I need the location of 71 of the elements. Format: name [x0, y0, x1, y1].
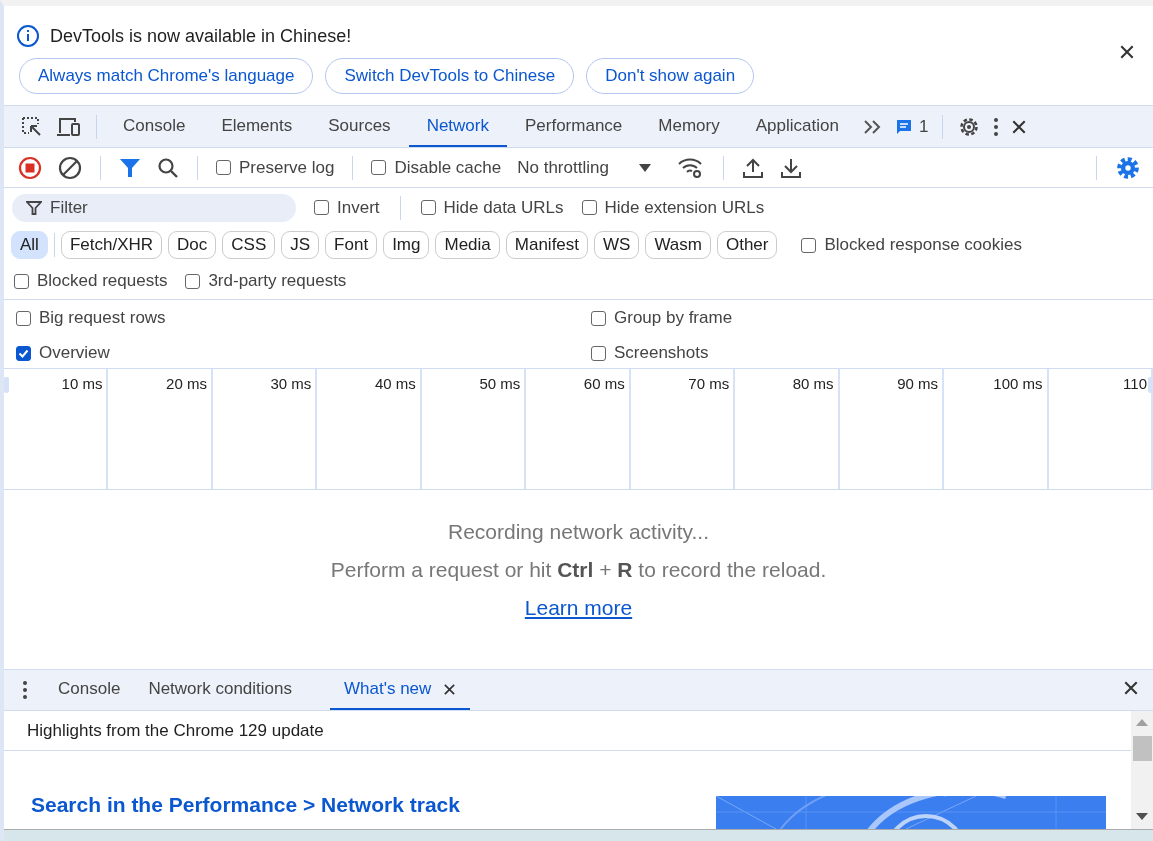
checkbox[interactable]: Overview: [10, 343, 116, 363]
empty-state-title: Recording network activity...: [447, 520, 709, 544]
type-filter-chip[interactable]: JS: [281, 231, 320, 259]
time-tick-label: 10 ms: [61, 375, 103, 392]
panel-tab[interactable]: Console: [105, 106, 204, 147]
message-icon: [894, 117, 913, 136]
panel-tab[interactable]: Elements: [203, 106, 311, 147]
close-icon[interactable]: [1119, 44, 1135, 60]
type-filter-chip[interactable]: Doc: [168, 231, 217, 259]
time-tick-label: 20 ms: [166, 375, 207, 392]
panel-tab[interactable]: Performance: [507, 106, 641, 147]
scroll-down-icon[interactable]: [1136, 813, 1148, 821]
empty-state-hint: Perform a request or hit Ctrl + R to record the reload.: [330, 558, 827, 582]
type-filter-chip[interactable]: Other: [716, 231, 778, 259]
panel-tab[interactable]: Network: [408, 106, 507, 147]
infobar-button[interactable]: Always match Chrome's language: [19, 58, 314, 94]
scrollbar-thumb[interactable]: [1133, 736, 1152, 761]
issues-button[interactable]: 1: [888, 111, 935, 142]
close-icon[interactable]: [1123, 679, 1139, 696]
type-filter-chip[interactable]: Fetch/XHR: [60, 231, 163, 259]
panel-tab[interactable]: Sources: [310, 106, 409, 147]
drawer-tab[interactable]: Console: [44, 670, 135, 710]
type-filter-chip[interactable]: Manifest: [505, 231, 589, 259]
scrollbar[interactable]: [1131, 711, 1153, 829]
type-filter-chip[interactable]: All: [11, 231, 48, 259]
time-tick-label: 50 ms: [479, 375, 521, 392]
checkbox[interactable]: Screenshots: [585, 343, 715, 363]
highlights-header: Highlights from the Chrome 129 update: [27, 720, 324, 741]
checkbox[interactable]: Big request rows: [10, 308, 172, 328]
infobar-button[interactable]: Switch DevTools to Chinese: [325, 58, 575, 94]
type-filter-chip[interactable]: WS: [594, 231, 640, 259]
feature-heading[interactable]: Search in the Performance > Network track: [31, 793, 460, 817]
timeline-handle[interactable]: [4, 377, 9, 393]
filter-icon: [26, 199, 42, 216]
type-filter-chip[interactable]: Media: [435, 231, 500, 259]
checkbox[interactable]: Hide extension URLs: [575, 197, 771, 218]
info-icon: [16, 24, 40, 48]
caret-icon: [638, 162, 651, 173]
time-tick-label: 60 ms: [583, 375, 625, 392]
drawer-tab[interactable]: Network conditions: [134, 670, 306, 710]
time-tick-label: 80 ms: [792, 375, 834, 392]
close-icon[interactable]: [443, 682, 457, 696]
timeline-handle[interactable]: [1148, 377, 1153, 393]
time-tick-label: 100 ms: [993, 375, 1043, 392]
checkbox[interactable]: Hide data URLs: [414, 197, 570, 218]
checkbox[interactable]: 3rd-party requests: [179, 271, 353, 291]
filter-field[interactable]: Filter: [12, 193, 296, 222]
panel-tab[interactable]: Application: [737, 106, 857, 147]
time-tick-label: 90 ms: [897, 375, 939, 392]
time-tick-label: 110: [1123, 375, 1147, 392]
time-tick-label: 30 ms: [270, 375, 312, 392]
type-filter-chip[interactable]: Font: [325, 231, 378, 259]
checkbox[interactable]: Blocked requests: [8, 271, 174, 291]
time-tick-label: 40 ms: [374, 375, 416, 392]
checkbox[interactable]: Preserve log: [210, 157, 341, 178]
checkbox[interactable]: Invert: [308, 197, 386, 218]
panel-tab[interactable]: Memory: [640, 106, 738, 147]
throttling-dropdown[interactable]: No throttling: [511, 157, 657, 178]
type-filter-chip[interactable]: CSS: [222, 231, 276, 259]
checkmark-icon: [18, 347, 29, 359]
close-icon[interactable]: [1011, 118, 1028, 135]
time-tick-label: 70 ms: [688, 375, 730, 392]
drawer-tab[interactable]: What's new: [330, 670, 471, 710]
checkbox[interactable]: Group by frame: [585, 308, 739, 328]
infobar-button[interactable]: Don't show again: [586, 58, 755, 94]
info-message: DevTools is now available in Chinese!: [50, 25, 352, 47]
learn-more-link[interactable]: Learn more: [524, 596, 633, 620]
checkbox[interactable]: Blocked response cookies: [795, 235, 1028, 255]
type-filter-chip[interactable]: Img: [383, 231, 430, 259]
type-filter-chip[interactable]: Wasm: [645, 231, 711, 259]
checkbox[interactable]: Disable cache: [365, 157, 508, 178]
